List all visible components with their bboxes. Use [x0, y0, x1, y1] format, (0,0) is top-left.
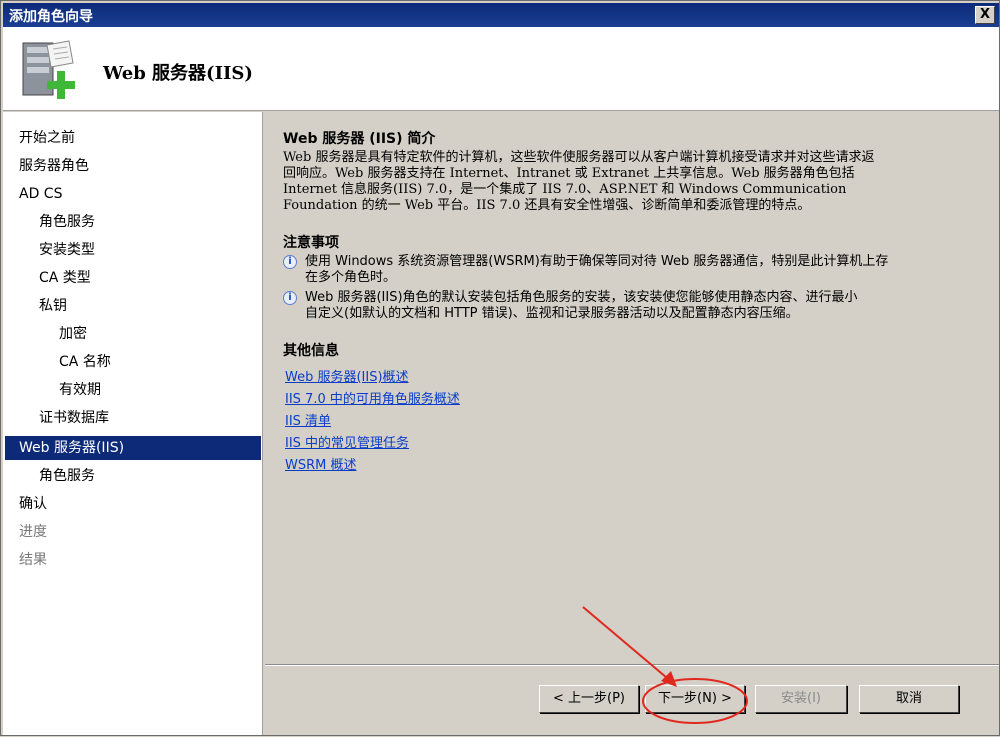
note-line-1: 使用 Windows 系统资源管理器(WSRM)有助于确保等同对待 Web 服务…	[305, 254, 889, 269]
intro-line-1: Web 服务器是具有特定软件的计算机，这些软件使服务器可以从客户端计算机接受请求…	[283, 150, 875, 165]
cancel-button[interactable]: 取消	[859, 685, 959, 713]
step-ca-type[interactable]: CA 类型	[39, 266, 91, 290]
link-role-services-overview[interactable]: IIS 7.0 中的可用角色服务概述	[285, 388, 460, 407]
step-results: 结果	[19, 552, 47, 568]
install-button: 安装(I)	[755, 685, 847, 713]
step-ad-cs[interactable]: AD CS	[19, 182, 62, 206]
step-before-you-begin[interactable]: 开始之前	[19, 126, 75, 150]
info-icon: i	[283, 291, 297, 305]
back-button[interactable]: < 上一步(P)	[539, 685, 639, 713]
note-line-1: Web 服务器(IIS)角色的默认安装包括角色服务的安装，该安装使您能够使用静态…	[305, 290, 858, 305]
more-info-heading: 其他信息	[283, 343, 339, 359]
close-button[interactable]: X	[975, 6, 995, 24]
next-button[interactable]: 下一步(N) >	[645, 685, 745, 713]
link-iis-checklist[interactable]: IIS 清单	[285, 410, 331, 429]
step-server-roles[interactable]: 服务器角色	[19, 154, 89, 178]
info-icon: i	[283, 255, 297, 269]
step-iis-role-services[interactable]: 角色服务	[39, 464, 95, 488]
step-confirmation[interactable]: 确认	[19, 492, 47, 516]
step-setup-type[interactable]: 安装类型	[39, 238, 95, 262]
add-roles-wizard-window: 添加角色向导 X Web 服务器(IIS) 开始之前 服务器角色 AD CS 角…	[0, 0, 1000, 736]
server-role-icon	[22, 40, 75, 99]
step-ca-name[interactable]: CA 名称	[59, 350, 111, 374]
intro-heading: Web 服务器 (IIS) 简介	[283, 131, 436, 147]
step-private-key[interactable]: 私钥	[39, 294, 67, 318]
wizard-steps-sidebar: 开始之前 服务器角色 AD CS 角色服务 安装类型 CA 类型 私钥 加密 C…	[3, 112, 263, 735]
intro-line-2: 回响应。Web 服务器支持在 Internet、Intranet 或 Extra…	[283, 166, 855, 181]
link-iis-overview[interactable]: Web 服务器(IIS)概述	[285, 366, 409, 385]
wizard-header: Web 服务器(IIS)	[3, 27, 999, 111]
step-role-services[interactable]: 角色服务	[39, 210, 95, 234]
intro-line-3: Internet 信息服务(IIS) 7.0，是一个集成了 IIS 7.0、AS…	[283, 182, 847, 197]
wizard-content: Web 服务器 (IIS) 简介 Web 服务器是具有特定软件的计算机，这些软件…	[265, 112, 999, 664]
step-progress: 进度	[19, 524, 47, 540]
note-item: i Web 服务器(IIS)角色的默认安装包括角色服务的安装，该安装使您能够使用…	[283, 290, 973, 322]
link-wsrm-overview[interactable]: WSRM 概述	[285, 454, 357, 473]
step-cryptography[interactable]: 加密	[59, 322, 87, 346]
title-bar[interactable]: 添加角色向导 X	[3, 3, 999, 27]
notes-heading: 注意事项	[283, 235, 339, 251]
note-item: i 使用 Windows 系统资源管理器(WSRM)有助于确保等同对待 Web …	[283, 254, 973, 286]
step-web-server-iis[interactable]: Web 服务器(IIS)	[5, 436, 261, 460]
note-line-2: 在多个角色时。	[305, 270, 397, 285]
step-validity-period[interactable]: 有效期	[59, 378, 101, 402]
window-title: 添加角色向导	[9, 9, 93, 25]
footer-separator	[265, 664, 999, 666]
intro-line-4: Foundation 的统一 Web 平台。IIS 7.0 还具有安全性增强、诊…	[283, 198, 811, 213]
note-line-2: 自定义(如默认的文档和 HTTP 错误)、监视和记录服务器活动以及配置静态内容压…	[305, 306, 799, 321]
link-common-admin-tasks[interactable]: IIS 中的常见管理任务	[285, 432, 409, 451]
page-title: Web 服务器(IIS)	[103, 63, 253, 84]
step-certificate-database[interactable]: 证书数据库	[39, 406, 109, 430]
